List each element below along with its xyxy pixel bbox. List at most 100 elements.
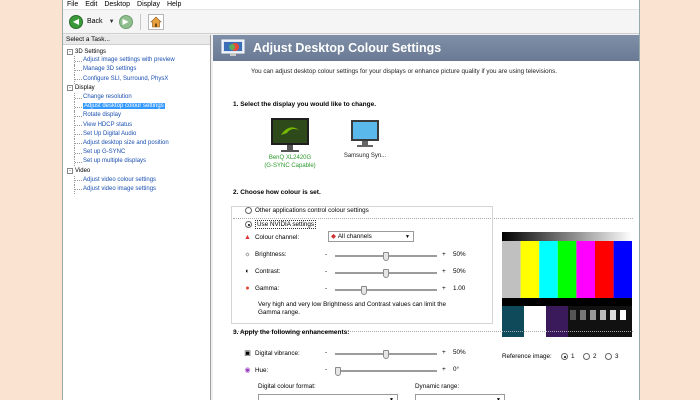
- chevron-down-icon: ▼: [496, 396, 501, 400]
- reference-option-3[interactable]: 3: [605, 353, 619, 360]
- menu-display[interactable]: Display: [137, 0, 160, 10]
- monitor-icon: [351, 120, 379, 147]
- reference-image-test-pattern: [502, 232, 632, 337]
- dynamic-range-label: Dynamic range:: [415, 383, 460, 390]
- content-panel: Adjust Desktop Colour Settings You can a…: [213, 35, 639, 400]
- gamma-increase[interactable]: +: [442, 285, 446, 292]
- brightness-slider-thumb[interactable]: [383, 252, 389, 261]
- task-item-rotate-display[interactable]: Rotate display: [67, 111, 210, 121]
- reference-option-1[interactable]: 1: [561, 353, 575, 360]
- reference-radio-1[interactable]: [561, 353, 568, 360]
- display-benq-gsync: (G-SYNC Capable): [264, 162, 316, 169]
- hue-increase[interactable]: +: [442, 366, 446, 373]
- task-panel-heading: Select a Task...: [63, 35, 210, 45]
- nvidia-control-panel-window: File Edit Desktop Display Help ◀ Back ▼ …: [62, 0, 640, 400]
- gamma-decrease[interactable]: -: [325, 285, 327, 292]
- back-button-label[interactable]: Back: [87, 18, 103, 25]
- task-panel: Select a Task... - 3D Settings Adjust im…: [63, 35, 211, 400]
- brightness-increase[interactable]: +: [442, 251, 446, 258]
- category-3d-settings[interactable]: - 3D Settings: [67, 47, 210, 56]
- gamma-slider[interactable]: [335, 286, 437, 295]
- reference-radio-2[interactable]: [583, 353, 590, 360]
- monitor-nvidia-icon: [271, 118, 309, 152]
- brightness-slider[interactable]: [335, 252, 437, 261]
- contrast-slider-thumb[interactable]: [383, 269, 389, 278]
- task-item-adjust-desktop-colour[interactable]: Adjust desktop colour settings: [67, 102, 210, 112]
- colour-channel-row: ▲ Colour channel:: [244, 234, 300, 241]
- home-icon: [149, 16, 162, 27]
- category-video[interactable]: - Video: [67, 166, 210, 175]
- contrast-increase[interactable]: +: [442, 268, 446, 275]
- collapse-icon[interactable]: -: [67, 168, 73, 175]
- menu-help[interactable]: Help: [167, 0, 181, 10]
- task-item-view-hdcp[interactable]: View HDCP status: [67, 120, 210, 130]
- task-item-adjust-image-settings[interactable]: Adjust image settings with preview: [67, 56, 210, 66]
- vibrance-increase[interactable]: +: [442, 349, 446, 356]
- home-button[interactable]: [147, 13, 164, 30]
- display-samsung[interactable]: Samsung Syn...: [339, 119, 391, 161]
- page-description: You can adjust desktop colour settings f…: [251, 68, 558, 75]
- gamma-slider-thumb[interactable]: [361, 286, 367, 295]
- menu-edit[interactable]: Edit: [85, 0, 97, 10]
- task-item-video-image[interactable]: Adjust video image settings: [67, 184, 210, 195]
- hue-slider[interactable]: [335, 367, 437, 376]
- contrast-value: 50%: [453, 268, 466, 275]
- colour-channel-select[interactable]: ◆ All channels ▼: [328, 231, 414, 242]
- vibrance-decrease[interactable]: -: [325, 349, 327, 356]
- display-samsung-name: Samsung Syn...: [343, 153, 387, 159]
- brightness-icon: ☼: [244, 251, 251, 258]
- task-item-desktop-size[interactable]: Adjust desktop size and position: [67, 138, 210, 149]
- menu-desktop[interactable]: Desktop: [104, 0, 130, 10]
- back-arrow-icon[interactable]: ◀: [69, 14, 83, 29]
- section-2-title: 2. Choose how colour is set.: [233, 189, 321, 196]
- task-item-change-resolution[interactable]: Change resolution: [67, 92, 210, 103]
- gamma-value: 1.00: [453, 285, 466, 292]
- gamma-row: ● Gamma:: [243, 285, 279, 292]
- menu-bar: File Edit Desktop Display Help: [63, 0, 639, 10]
- back-dropdown-icon[interactable]: ▼: [109, 19, 115, 25]
- section-1-title: 1. Select the display you would like to …: [233, 101, 377, 108]
- task-item-digital-audio[interactable]: Set Up Digital Audio: [67, 129, 210, 140]
- vibrance-value: 50%: [453, 349, 466, 356]
- reference-option-2[interactable]: 2: [583, 353, 597, 360]
- hue-decrease[interactable]: -: [325, 366, 327, 373]
- gamma-icon: ●: [245, 285, 250, 292]
- contrast-row: ◐ Contrast:: [243, 268, 280, 275]
- task-item-manage-3d-settings[interactable]: Manage 3D settings: [67, 65, 210, 75]
- display-benq-name: BenQ XL2420G: [268, 155, 312, 161]
- page-title: Adjust Desktop Colour Settings: [253, 41, 442, 55]
- reference-radio-3[interactable]: [605, 353, 612, 360]
- toolbar-separator: [139, 13, 141, 30]
- toolbar: ◀ Back ▼ ▶: [63, 10, 639, 34]
- display-benq[interactable]: BenQ XL2420G (G-SYNC Capable): [260, 117, 320, 170]
- vibrance-row: ▣ Digital vibrance:: [244, 349, 300, 358]
- digital-colour-format-select[interactable]: ▼: [258, 394, 398, 400]
- vibrance-icon: ▣: [244, 350, 251, 357]
- brightness-value: 50%: [453, 251, 466, 258]
- brightness-row: ☼ Brightness:: [244, 251, 287, 258]
- vibrance-slider[interactable]: [335, 350, 437, 359]
- section-3-title: 3. Apply the following enhancements:: [233, 329, 350, 336]
- contrast-icon: ◐: [245, 268, 250, 275]
- reference-image-label: Reference image:: [502, 353, 552, 360]
- vibrance-slider-thumb[interactable]: [383, 350, 389, 359]
- menu-file[interactable]: File: [67, 0, 78, 10]
- dynamic-range-select[interactable]: ▼: [415, 394, 505, 400]
- hue-slider-thumb[interactable]: [335, 367, 341, 376]
- category-display[interactable]: - Display: [67, 84, 210, 93]
- contrast-decrease[interactable]: -: [325, 268, 327, 275]
- forward-arrow-icon[interactable]: ▶: [118, 14, 133, 29]
- brightness-decrease[interactable]: -: [325, 251, 327, 258]
- contrast-slider[interactable]: [335, 269, 437, 278]
- hue-row: ◉ Hue:: [244, 366, 269, 375]
- task-item-multiple-displays[interactable]: Set up multiple displays: [67, 157, 210, 167]
- task-item-gsync[interactable]: Set up G-SYNC: [67, 148, 210, 158]
- collapse-icon[interactable]: -: [67, 85, 73, 92]
- collapse-icon[interactable]: -: [67, 48, 73, 55]
- hue-value: 0°: [453, 366, 460, 373]
- gamma-range-note: Very high and very low Brightness and Co…: [258, 301, 446, 316]
- chevron-down-icon: ▼: [405, 233, 410, 240]
- task-tree: - 3D Settings Adjust image settings with…: [63, 45, 210, 195]
- task-item-video-colour[interactable]: Adjust video colour settings: [67, 175, 210, 186]
- task-item-configure-sli[interactable]: Configure SLI, Surround, PhysX: [67, 74, 210, 84]
